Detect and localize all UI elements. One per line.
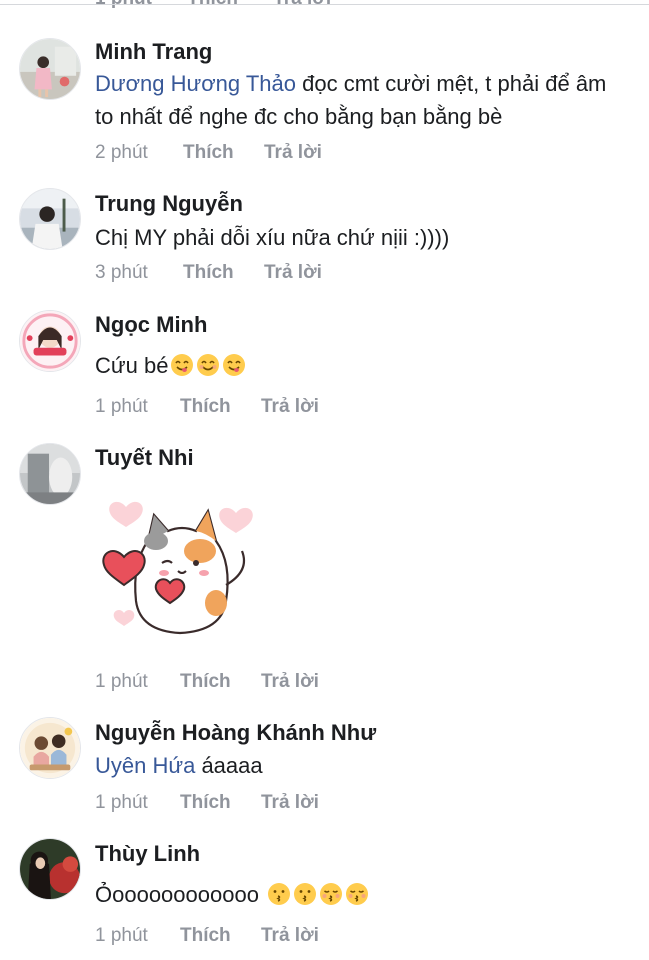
previous-comment-meta: 1 phút Thích Trả lời [95,0,361,10]
time-label: 1 phút [95,671,148,692]
time-label: 1 phút [95,396,148,417]
like-button[interactable]: Thích [183,262,264,284]
time-label: 1 phút [95,792,148,813]
comment-body: Cứu bé [95,353,169,378]
reply-button[interactable]: Trả lời [264,142,322,164]
kiss-face-icon [267,882,291,906]
comment-actions: 1 phút Thích Trả lời [95,396,319,418]
like-button[interactable]: Thích [180,925,261,947]
comment-text: Chị MY phải dỗi xíu nữa chứ nịii :)))) [95,221,625,254]
author-name[interactable]: Trung Nguyễn [95,191,243,217]
comment-body: áaaaa [195,753,263,778]
comment-text: Uyên Hứa áaaaa [95,749,625,782]
like-button[interactable]: Thích [180,671,261,693]
kiss-closed-eyes-face-icon [319,882,343,906]
avatar[interactable] [19,188,81,250]
time-label: 2 phút [95,142,148,163]
time-label: 1 phút [95,925,148,946]
time-label: 3 phút [95,262,148,283]
comment-text: Ỏoooooooooooo [95,878,625,911]
cat-with-hearts-sticker-icon[interactable] [96,485,261,645]
kiss-face-icon [293,882,317,906]
comment-body: Ỏoooooooooooo [95,882,259,907]
yum-face-icon [170,353,194,377]
avatar[interactable] [19,717,81,779]
comment-actions: 2 phút Thích Trả lời [95,142,322,164]
reply-button[interactable]: Trả lời [261,396,319,418]
comment-text: Cứu bé [95,349,625,382]
author-name[interactable]: Thùy Linh [95,841,200,867]
avatar[interactable] [19,443,81,505]
like-button[interactable]: Thích [180,396,261,418]
avatar[interactable] [19,38,81,100]
like-button[interactable]: Thích [180,792,261,814]
kiss-closed-eyes-face-icon [345,882,369,906]
smile-face-icon [196,353,220,377]
reply-button[interactable]: Trả lời [261,792,319,814]
yum-face-icon [222,353,246,377]
divider [0,4,649,5]
comment-actions: 3 phút Thích Trả lời [95,262,322,284]
comment-body: Chị MY phải dỗi xíu nữa chứ nịii :)))) [95,225,450,250]
reply-button[interactable]: Trả lời [264,262,322,284]
like-button[interactable]: Thích [183,142,264,164]
comment-actions: 1 phút Thích Trả lời [95,671,319,693]
author-name[interactable]: Tuyết Nhi [95,445,194,471]
mention-link[interactable]: Dương Hương Thảo [95,71,296,96]
comment-actions: 1 phút Thích Trả lời [95,792,319,814]
comment-text: Dương Hương Thảo đọc cmt cười mệt, t phả… [95,67,625,133]
comment-actions: 1 phút Thích Trả lời [95,925,319,947]
reply-button[interactable]: Trả lời [261,671,319,693]
reply-button[interactable]: Trả lời [261,925,319,947]
mention-link[interactable]: Uyên Hứa [95,753,195,778]
author-name[interactable]: Nguyễn Hoàng Khánh Như [95,720,376,746]
avatar[interactable] [19,310,81,372]
avatar[interactable] [19,838,81,900]
author-name[interactable]: Minh Trang [95,39,212,65]
author-name[interactable]: Ngọc Minh [95,312,207,338]
